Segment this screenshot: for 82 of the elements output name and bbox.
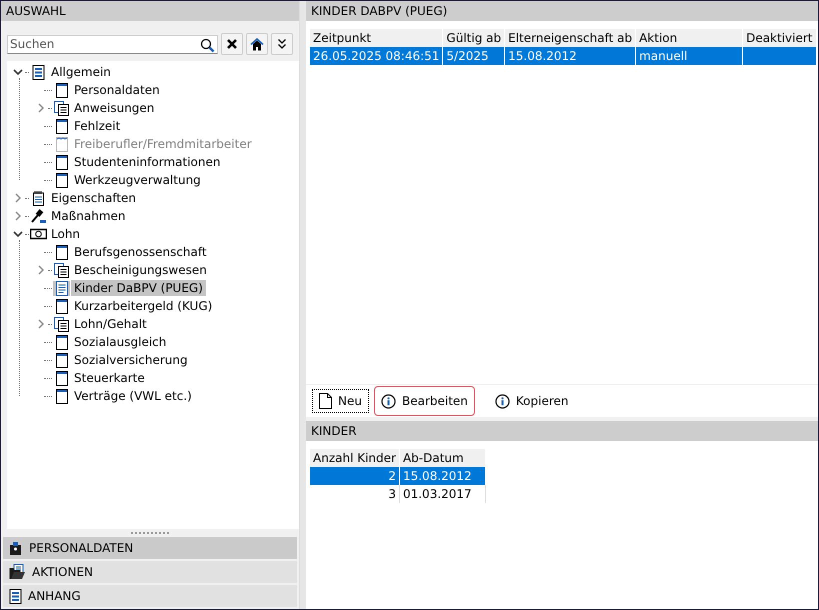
document-icon bbox=[56, 280, 68, 296]
panel-title: KINDER DABPV (PUEG) bbox=[310, 3, 448, 20]
section-tab[interactable]: PERSONALDATEN bbox=[3, 537, 297, 559]
page-icon bbox=[56, 388, 68, 404]
page-icon bbox=[56, 118, 68, 134]
tree-item[interactable]: Lohn/Gehalt bbox=[71, 316, 150, 332]
tree-item[interactable]: Kurzarbeitergeld (KUG) bbox=[71, 298, 216, 314]
page-icon bbox=[56, 244, 68, 260]
toolbar-button[interactable]: Kopieren bbox=[488, 388, 576, 414]
tree-item[interactable]: Sozialausgleich bbox=[71, 334, 170, 350]
notepad-icon bbox=[32, 190, 45, 206]
documents-icon bbox=[54, 316, 69, 332]
column-header[interactable]: Ab-Datum bbox=[399, 449, 486, 467]
table-cell: manuell bbox=[636, 47, 743, 65]
panel-title: KINDER bbox=[310, 423, 358, 440]
info-icon bbox=[494, 394, 510, 408]
column-header[interactable]: Anzahl Kinder bbox=[310, 449, 400, 467]
table-cell: 26.05.2025 08:46:51 bbox=[310, 47, 443, 65]
expand-icon[interactable] bbox=[38, 103, 44, 113]
page-icon bbox=[56, 154, 68, 170]
tree-item[interactable]: Berufsgenossenschaft bbox=[71, 244, 210, 260]
expand-icon[interactable] bbox=[38, 319, 44, 329]
hammer-icon bbox=[31, 208, 46, 224]
panel-title: AUSWAHL bbox=[5, 3, 67, 20]
tree-item[interactable]: Eigenschaften bbox=[48, 190, 140, 206]
page-icon bbox=[56, 298, 68, 314]
expand-icon[interactable] bbox=[38, 265, 44, 275]
list-icon bbox=[9, 588, 22, 604]
tree-item[interactable]: Maßnahmen bbox=[48, 208, 129, 224]
search-field[interactable]: Suchen bbox=[7, 34, 218, 54]
documents-icon bbox=[54, 262, 69, 278]
toolbar-button[interactable]: Bearbeiten bbox=[374, 386, 475, 416]
home-icon bbox=[250, 38, 264, 50]
page-icon bbox=[56, 82, 68, 98]
table-cell: 5/2025 bbox=[442, 47, 505, 65]
folder-icon bbox=[9, 564, 26, 580]
clear-button[interactable] bbox=[221, 33, 243, 55]
column-header[interactable]: Gültig ab bbox=[442, 29, 505, 47]
column-header[interactable]: Aktion bbox=[636, 29, 743, 47]
documents-icon bbox=[54, 100, 69, 116]
page-icon bbox=[56, 136, 68, 152]
tree-item[interactable]: Sozialversicherung bbox=[71, 352, 191, 368]
clipboard-icon bbox=[9, 541, 23, 555]
tree-item[interactable]: Allgemein bbox=[48, 64, 114, 80]
banknote-icon bbox=[30, 228, 47, 240]
tree-item[interactable]: Kinder DaBPV (PUEG) bbox=[71, 280, 206, 296]
search-icon bbox=[200, 38, 216, 54]
list-icon bbox=[32, 64, 45, 80]
tree-item[interactable]: Personaldaten bbox=[71, 82, 163, 98]
tree-item[interactable]: Anweisungen bbox=[71, 100, 158, 116]
close-icon bbox=[226, 38, 238, 50]
column-header[interactable]: Zeitpunkt bbox=[310, 29, 443, 47]
page-icon bbox=[56, 172, 68, 188]
tree-item[interactable]: Steuerkarte bbox=[71, 370, 148, 386]
tree-item[interactable]: Werkzeugverwaltung bbox=[71, 172, 204, 188]
table-cell: 01.03.2017 bbox=[399, 485, 486, 503]
double-chevron-icon bbox=[277, 38, 287, 50]
table-cell: 15.08.2012 bbox=[399, 467, 486, 485]
blank-page-icon bbox=[319, 393, 332, 409]
expand-button[interactable] bbox=[271, 33, 293, 55]
toolbar-button[interactable]: Neu bbox=[312, 389, 369, 413]
collapse-icon[interactable] bbox=[13, 230, 23, 238]
tree-item[interactable]: Bescheinigungswesen bbox=[71, 262, 210, 278]
page-icon bbox=[56, 352, 68, 368]
table-cell: 3 bbox=[310, 485, 400, 503]
tree-item[interactable]: Studenteninformationen bbox=[71, 154, 224, 170]
info-icon bbox=[380, 394, 396, 408]
collapse-icon[interactable] bbox=[13, 68, 23, 76]
tree-item[interactable]: Fehlzeit bbox=[71, 118, 124, 134]
page-icon bbox=[56, 370, 68, 386]
home-button[interactable] bbox=[246, 33, 268, 55]
table-cell: 15.08.2012 bbox=[504, 47, 636, 65]
tree-item[interactable]: Verträge (VWL etc.) bbox=[71, 388, 195, 404]
column-header[interactable]: Elterneigenschaft ab bbox=[504, 29, 636, 47]
expand-icon[interactable] bbox=[14, 193, 22, 203]
table-cell: 2 bbox=[310, 467, 400, 485]
section-tab[interactable]: AKTIONEN bbox=[3, 561, 297, 583]
column-header[interactable]: Deaktiviert bbox=[742, 29, 816, 47]
section-tab[interactable]: ANHANG bbox=[3, 585, 297, 607]
tree-item[interactable]: Lohn bbox=[48, 226, 84, 242]
expand-icon[interactable] bbox=[14, 211, 22, 221]
page-icon bbox=[56, 334, 68, 350]
